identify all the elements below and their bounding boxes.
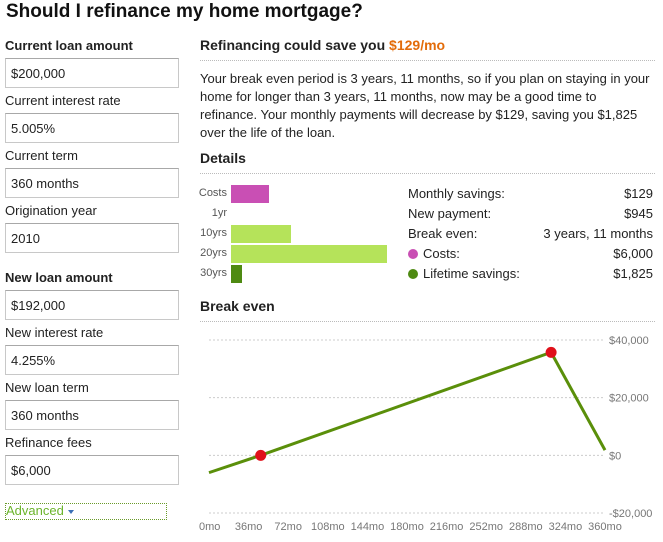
details-heading: Details [200,150,246,166]
result-heading: Refinancing could save you $129/mo [200,37,445,53]
x-tick-label: 216mo [430,521,464,533]
bar-label: Costs [198,187,227,199]
current-interest-rate-label: Current interest rate [5,93,121,108]
bar-label: 10yrs [200,227,227,239]
result-heading-text: Refinancing could save you [200,37,390,53]
current-term-label: Current term [5,148,78,163]
marker-point [545,346,557,358]
x-tick-label: 360mo [588,521,622,533]
bar-row: Costs [198,184,400,204]
current-loan-amount-input[interactable] [5,58,179,88]
savings-legend-dot-icon [408,269,418,279]
refinance-fees-label: Refinance fees [5,435,92,450]
stat-label: Monthly savings: [408,186,505,201]
result-summary: Your break even period is 3 years, 11 mo… [200,71,650,140]
stat-break-even: Break even: 3 years, 11 months [408,224,653,244]
y-tick-label: $40,000 [609,335,649,347]
bar-30yrs [231,265,243,283]
marker-point [255,449,267,461]
break-even-heading: Break even [200,298,275,314]
stat-label: New payment: [408,206,492,221]
divider [200,60,655,61]
bar-20yrs [231,245,387,263]
new-loan-amount-input[interactable] [5,290,179,320]
details-stats: Monthly savings: $129 New payment: $945 Br… [408,184,653,284]
monthly-savings-highlight: $129/mo [389,37,446,53]
y-tick-label: $0 [609,450,621,462]
advanced-label: Advanced [6,503,64,518]
stat-monthly-savings: Monthly savings: $129 [408,184,653,204]
stat-new-payment: New payment: $945 [408,204,653,224]
stat-value: $1,825 [613,266,653,281]
y-tick-label: $20,000 [609,393,649,405]
new-interest-rate-input[interactable] [5,345,179,375]
stat-costs: Costs: $6,000 [408,244,653,264]
x-tick-label: 144mo [351,521,385,533]
savings-bar-chart: Costs 1yr 10yrs 20yrs 30yrs [198,184,400,284]
stat-label: Lifetime savings: [423,266,520,281]
caret-down-icon [67,509,74,514]
x-tick-label: 72mo [274,521,302,533]
bar-row: 30yrs [200,264,400,284]
loan-form: Current loan amount Current interest rat… [5,37,180,520]
bar-label: 20yrs [200,247,227,259]
x-tick-label: 324mo [549,521,583,533]
stat-lifetime-savings: Lifetime savings: $1,825 [408,264,653,284]
stat-value: $945 [624,206,653,221]
origination-year-input[interactable] [5,223,179,253]
origination-year-label: Origination year [5,203,97,218]
stat-value: $129 [624,186,653,201]
bar-label: 30yrs [200,267,227,279]
page-title: Should I refinance my home mortgage? [6,1,363,22]
current-loan-amount-label: Current loan amount [5,38,133,53]
bar-costs [231,185,269,203]
stat-value: $6,000 [613,246,653,261]
series-line [208,350,607,475]
bar-10yrs [231,225,291,243]
x-tick-label: 180mo [390,521,424,533]
refinance-fees-input[interactable] [5,455,179,485]
stat-label: Break even: [408,226,478,241]
bar-label: 1yr [211,207,227,219]
stat-value: 3 years, 11 months [543,226,653,241]
y-tick-label: -$20,000 [609,508,652,520]
x-tick-label: 0mo [199,521,220,533]
stat-label: Costs: [423,246,460,261]
new-loan-term-input[interactable] [5,400,179,430]
costs-legend-dot-icon [408,249,418,259]
bar-row: 1yr [200,204,400,224]
advanced-toggle[interactable]: Advanced [5,503,167,520]
x-tick-label: 288mo [509,521,543,533]
divider [200,321,655,322]
new-loan-term-label: New loan term [5,380,89,395]
x-tick-label: 36mo [235,521,263,533]
bar-row: 20yrs [200,244,400,264]
divider [200,173,655,174]
current-term-input[interactable] [5,168,179,198]
new-interest-rate-label: New interest rate [5,325,104,340]
x-tick-label: 252mo [469,521,503,533]
bar-row: 10yrs [200,224,400,244]
new-loan-amount-label: New loan amount [5,270,113,285]
x-tick-label: 108mo [311,521,345,533]
current-interest-rate-input[interactable] [5,113,179,143]
